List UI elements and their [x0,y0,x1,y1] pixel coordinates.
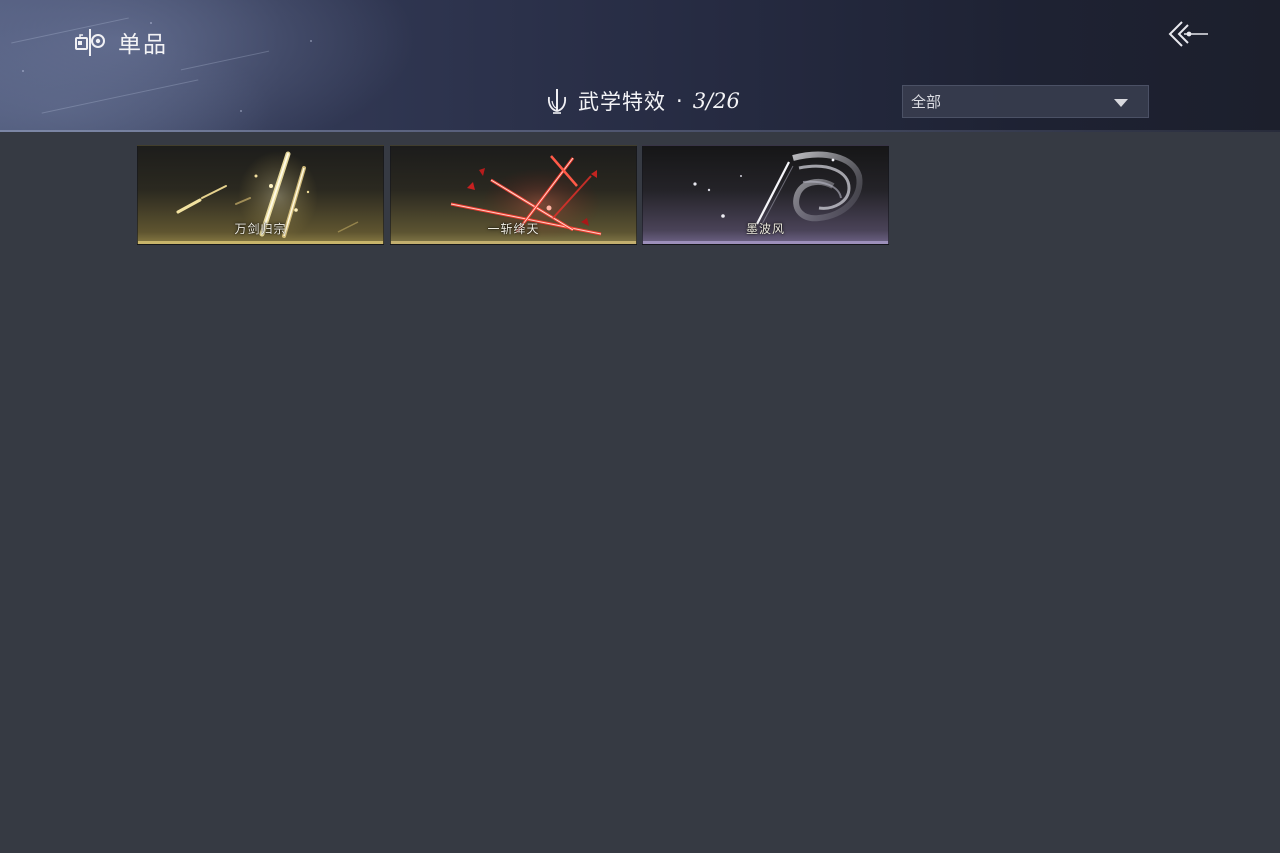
header-decor-speck [240,110,242,112]
header-decor-streak [180,50,270,71]
effect-card-label: 一斩绛天 [487,222,540,236]
filter-selected-value: 全部 [911,93,942,111]
header-decor-speck [22,70,24,72]
header-decor-streak [41,79,199,114]
chevron-down-icon [1114,99,1128,107]
effect-card-wanjianguizong[interactable]: 万剑归宗 [137,145,384,245]
section-separator: · [676,89,683,113]
page-title-group: 单品 [74,24,168,60]
effect-card-yizhanjiangtian[interactable]: 一斩绛天 [390,145,637,245]
card-accent-line [391,241,636,244]
section-header: 武学特效 · 3/26 [544,84,740,118]
back-arrow-icon [1168,21,1208,47]
effect-card-mobofeng[interactable]: 墨波风 [642,145,889,245]
app-root: 单品 武学特效 · 3/26 全部 万剑归宗 一斩绛天 墨波风 [0,0,1280,853]
collection-count: 3/26 [692,89,740,113]
card-accent-line [643,241,888,244]
lotus-emblem-icon [547,89,567,114]
effect-card-label: 墨波风 [745,222,785,236]
back-button[interactable] [1164,16,1212,52]
category-filter-dropdown[interactable]: 全部 [902,85,1149,118]
header-banner: 单品 武学特效 · 3/26 全部 [0,0,1280,132]
header-decor-speck [310,40,312,42]
effect-card-label: 万剑归宗 [234,222,287,236]
page-title: 单品 [118,32,168,58]
shop-items-icon [75,29,105,56]
section-title: 武学特效 [578,90,666,114]
card-accent-line [138,241,383,244]
